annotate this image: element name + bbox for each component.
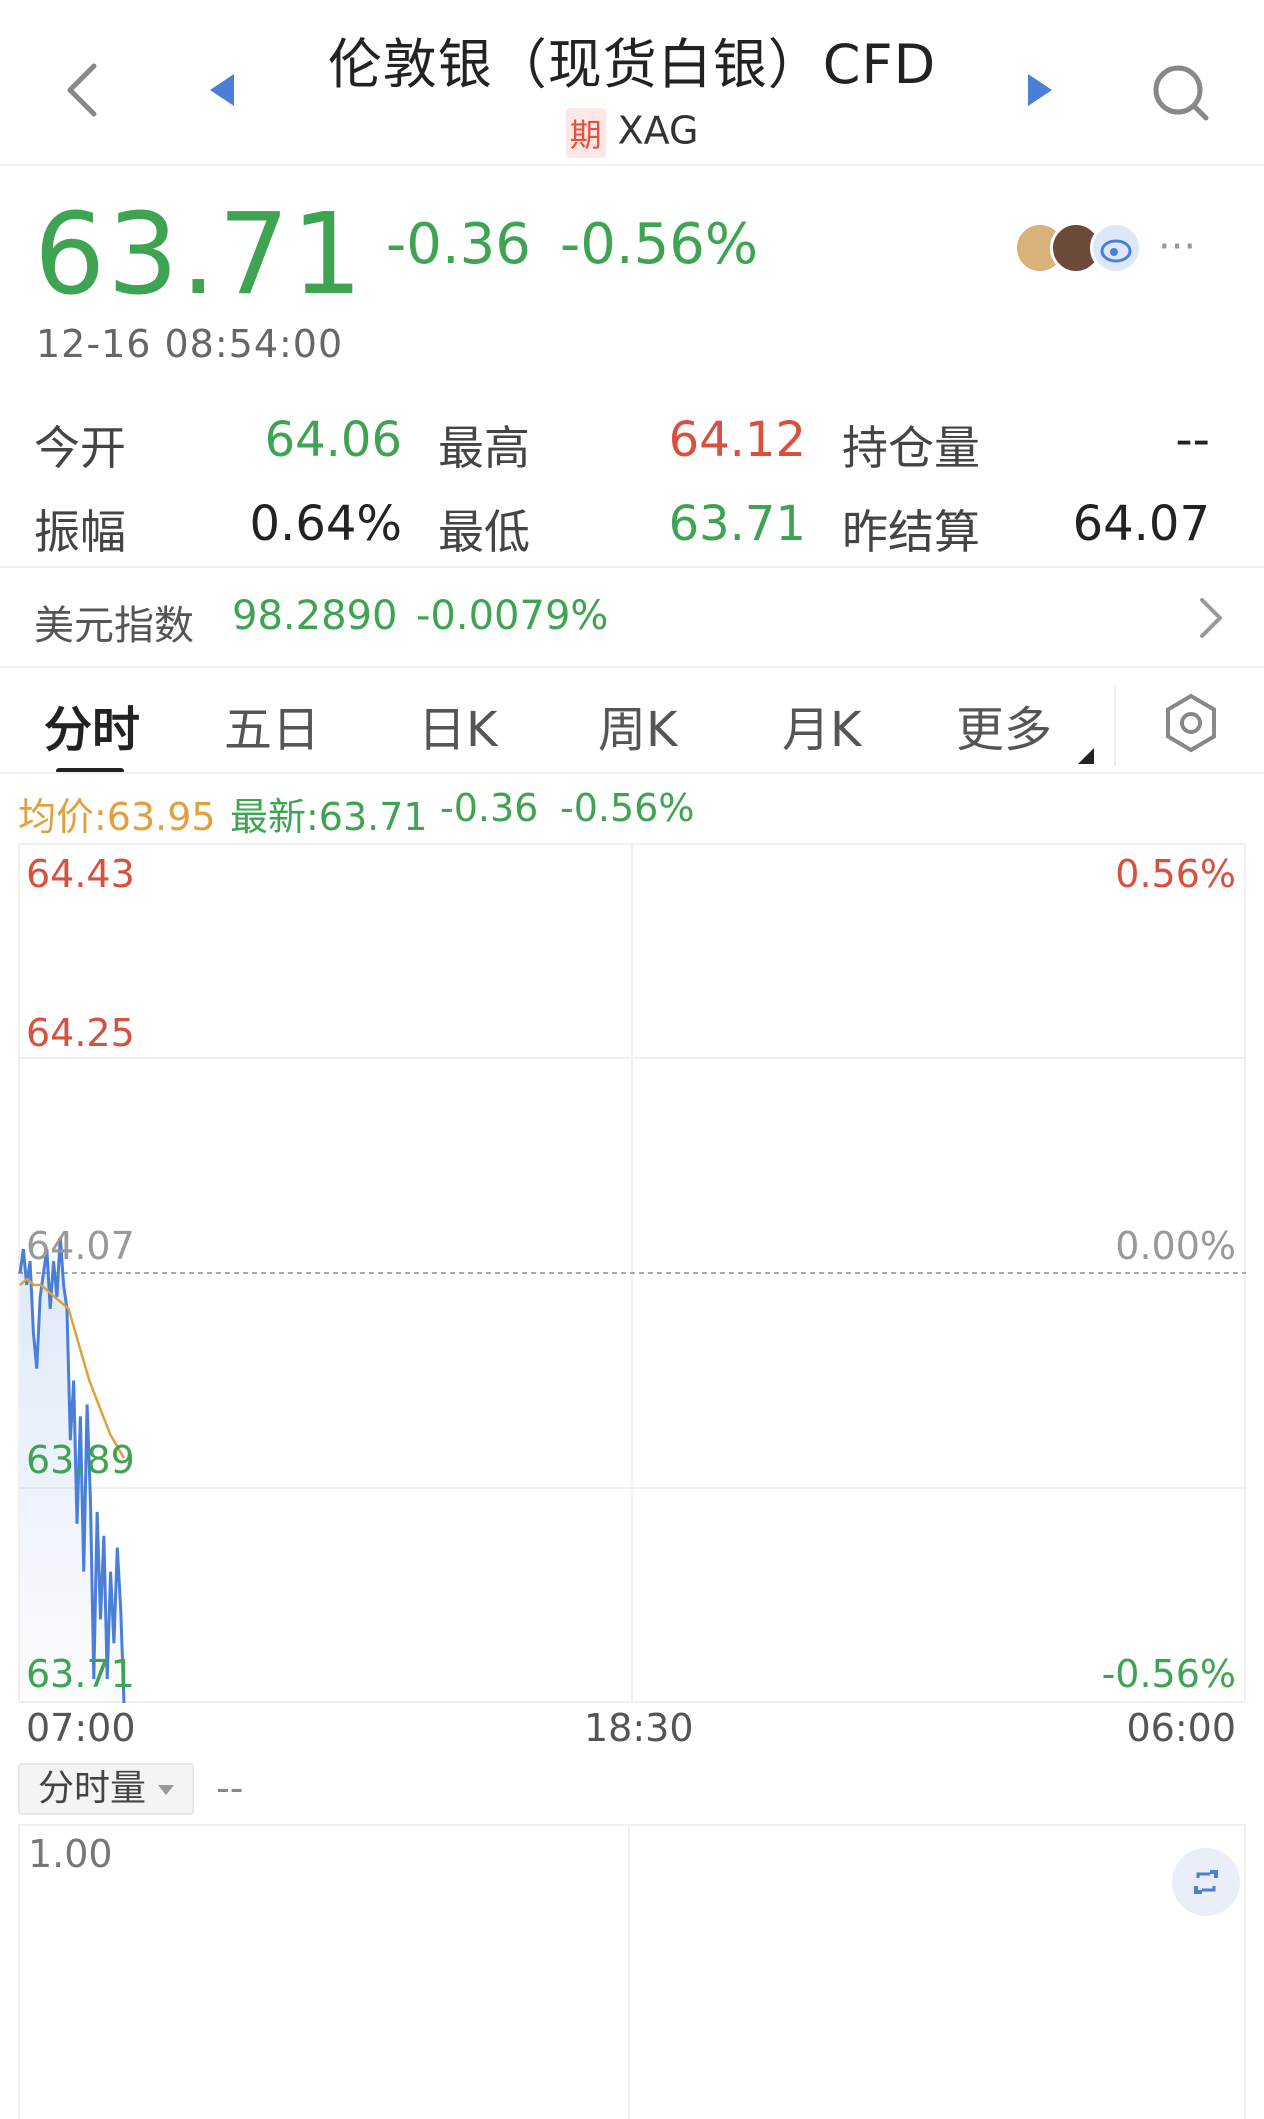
- usd-index-label[interactable]: 美元指数: [34, 593, 194, 651]
- high-label: 最高: [438, 421, 530, 475]
- y-tick-right: 0.00%: [1115, 1224, 1236, 1268]
- y-tick-left: 64.07: [26, 1224, 135, 1268]
- price-change-pct: -0.56%: [560, 212, 759, 277]
- more-options-icon[interactable]: ···: [1158, 224, 1196, 270]
- open-value: 64.06: [264, 412, 402, 468]
- next-instrument-icon[interactable]: [1024, 70, 1056, 110]
- high-value: 64.12: [668, 412, 806, 468]
- usd-index-value[interactable]: 98.2890: [232, 593, 397, 639]
- tab-monthly-k[interactable]: 月K: [782, 690, 861, 760]
- caret-down-icon: [158, 1785, 174, 1795]
- divider: [0, 566, 1264, 568]
- y-tick-left: 63.71: [26, 1652, 135, 1696]
- grid-line: [628, 1826, 630, 2119]
- search-icon[interactable]: [1148, 60, 1214, 126]
- divider: [0, 666, 1264, 668]
- tab-more[interactable]: 更多: [956, 690, 1052, 760]
- expand-icon: [1194, 1870, 1218, 1894]
- volume-chart[interactable]: 1.00: [18, 1824, 1246, 2119]
- tab-five-day[interactable]: 五日: [224, 690, 320, 760]
- instrument-symbol: XAG: [617, 108, 699, 153]
- price-change: -0.36: [386, 212, 531, 277]
- volume-selector-label: 分时量: [38, 1768, 147, 1809]
- avg-price-legend: 均价:63.95: [18, 795, 216, 839]
- amplitude-value: 0.64%: [249, 496, 402, 552]
- prev-settle-label: 昨结算: [842, 505, 980, 559]
- intraday-chart[interactable]: [18, 843, 1246, 1703]
- top-bar: 伦敦银（现货白银）CFD 期 XAG: [0, 0, 1264, 166]
- x-tick: 06:00: [1126, 1706, 1236, 1750]
- expand-chart-button[interactable]: [1172, 1848, 1240, 1916]
- prev-settle-value: 64.07: [1072, 496, 1210, 552]
- y-tick-right: -0.56%: [1101, 1652, 1236, 1696]
- chevron-right-icon[interactable]: [1196, 596, 1226, 640]
- y-tick-left: 64.25: [26, 1011, 135, 1055]
- last-price: 63.71: [34, 190, 365, 320]
- tab-weekly-k[interactable]: 周K: [598, 690, 677, 760]
- open-interest-label: 持仓量: [842, 421, 980, 475]
- tab-intraday[interactable]: 分时: [44, 690, 140, 760]
- open-interest-value: --: [1175, 412, 1210, 468]
- open-label: 今开: [34, 421, 126, 475]
- x-tick: 07:00: [26, 1706, 136, 1750]
- y-tick-right: 0.56%: [1115, 852, 1236, 896]
- instrument-code: 期 XAG: [0, 108, 1264, 158]
- dropdown-corner-icon: [1078, 748, 1094, 764]
- chart-settings-icon[interactable]: [1160, 692, 1222, 754]
- x-tick: 18:30: [584, 1706, 694, 1750]
- legend-change: -0.36: [440, 786, 539, 830]
- low-label: 最低: [438, 505, 530, 559]
- futures-badge: 期: [565, 108, 606, 158]
- y-tick-left: 63.89: [26, 1438, 135, 1482]
- tab-daily-k[interactable]: 日K: [418, 690, 497, 760]
- volume-value: --: [216, 1766, 244, 1810]
- usd-index-change[interactable]: -0.0079%: [416, 593, 608, 639]
- quote-timestamp: 12-16 08:54:00: [36, 322, 344, 366]
- tab-separator: [1114, 686, 1116, 766]
- y-tick-left: 64.43: [26, 852, 135, 896]
- divider: [0, 772, 1264, 774]
- weibo-icon[interactable]: [1090, 222, 1142, 274]
- volume-axis-label: 1.00: [28, 1832, 113, 1876]
- price-chart-svg: [18, 843, 1246, 1703]
- amplitude-label: 振幅: [34, 505, 126, 559]
- volume-selector[interactable]: 分时量: [18, 1763, 194, 1815]
- latest-price-legend: 最新:63.71: [230, 795, 428, 839]
- low-value: 63.71: [668, 496, 806, 552]
- instrument-title: 伦敦银（现货白银）CFD: [327, 33, 937, 96]
- legend-change-pct: -0.56%: [560, 786, 695, 830]
